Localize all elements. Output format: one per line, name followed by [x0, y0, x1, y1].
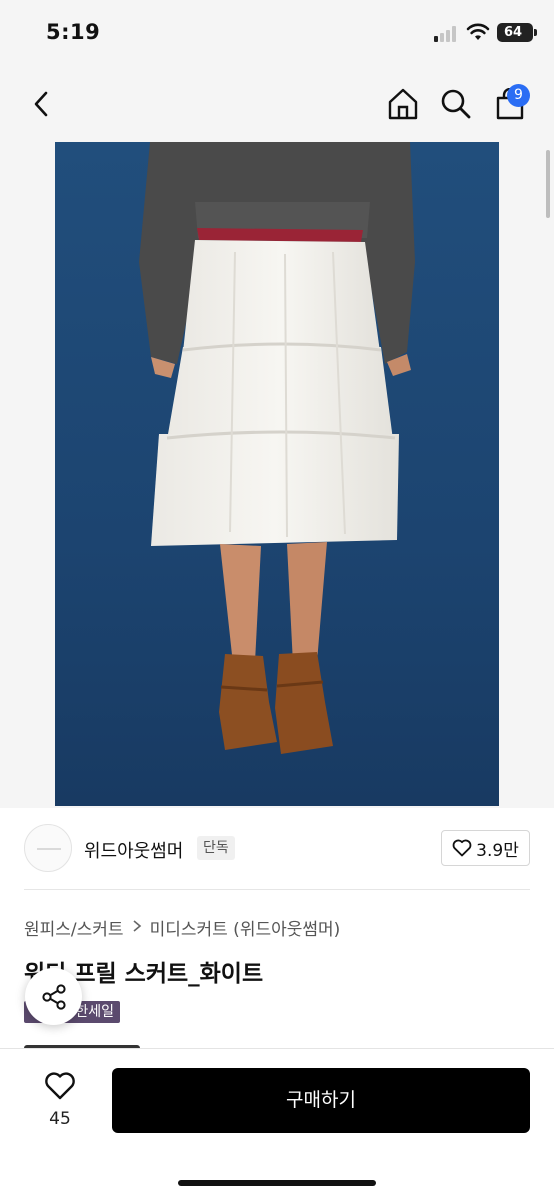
- product-photo[interactable]: [55, 142, 499, 806]
- seller-row[interactable]: 위드아웃썸머 단독 3.9만: [0, 808, 554, 890]
- share-icon: [41, 983, 66, 1010]
- heart-icon: [452, 839, 472, 857]
- wifi-icon: [466, 23, 490, 40]
- breadcrumb: 원피스/스커트 미디스커트 (위드아웃썸머): [24, 915, 340, 940]
- brand-like-button[interactable]: 3.9만: [441, 830, 530, 866]
- home-button[interactable]: [383, 84, 423, 124]
- seller-logo[interactable]: [24, 824, 72, 872]
- product-image-area[interactable]: [0, 140, 554, 808]
- cart-count-badge: 9: [507, 84, 530, 107]
- breadcrumb-item-subcategory[interactable]: 미디스커트 (위드아웃썸머): [150, 915, 341, 940]
- battery-level: 64: [503, 25, 523, 40]
- battery-icon: 64: [497, 23, 537, 42]
- search-button[interactable]: [436, 84, 476, 124]
- wish-count: 45: [49, 1109, 71, 1129]
- search-icon: [441, 89, 471, 119]
- seller-name[interactable]: 위드아웃썸머: [84, 837, 183, 863]
- buy-button[interactable]: 구매하기: [112, 1068, 530, 1133]
- status-bar: 5:19 64: [0, 0, 554, 70]
- exclusive-badge: 단독: [197, 836, 235, 860]
- bottom-action-bar: 45 구매하기: [0, 1048, 554, 1200]
- cellular-signal-icon: [434, 26, 460, 42]
- back-button[interactable]: [22, 84, 62, 124]
- home-indicator[interactable]: [178, 1180, 376, 1186]
- chevron-right-icon: [132, 918, 142, 937]
- wish-button[interactable]: 45: [30, 1069, 90, 1129]
- share-button[interactable]: [25, 968, 82, 1025]
- breadcrumb-item-category[interactable]: 원피스/스커트: [24, 915, 124, 940]
- top-nav: [0, 70, 554, 140]
- heart-icon: [45, 1072, 75, 1100]
- brand-like-count: 3.9만: [476, 840, 519, 861]
- home-icon: [388, 88, 418, 120]
- divider: [24, 889, 530, 890]
- status-time: 5:19: [46, 20, 101, 44]
- scroll-indicator[interactable]: [546, 150, 550, 218]
- back-chevron-icon: [34, 91, 48, 117]
